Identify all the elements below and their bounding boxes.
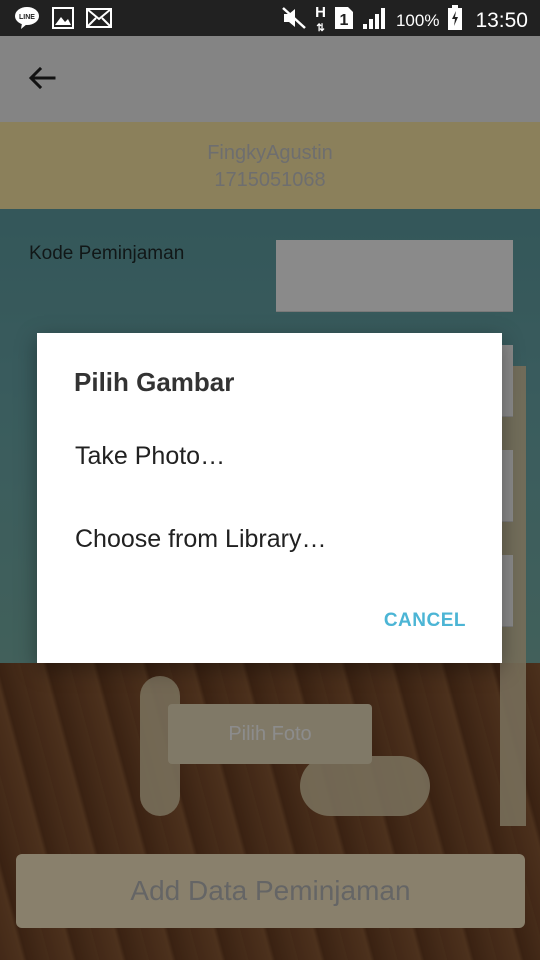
- mail-icon: [86, 8, 112, 33]
- battery-percent: 100%: [395, 10, 440, 30]
- status-bar: LINE H ⇅ 1 100% 13:50: [0, 0, 540, 36]
- cancel-button[interactable]: CANCEL: [384, 610, 466, 632]
- svg-text:1: 1: [340, 12, 349, 29]
- take-photo-option[interactable]: Take Photo…: [75, 442, 225, 471]
- battery-icon: [447, 5, 463, 36]
- pilih-gambar-dialog: Pilih Gambar Take Photo… Choose from Lib…: [37, 333, 502, 663]
- gallery-icon: [52, 7, 74, 34]
- mute-icon: [281, 6, 307, 35]
- sim-icon: 1: [334, 6, 354, 35]
- signal-icon: [362, 6, 388, 35]
- clock: 13:50: [475, 8, 528, 32]
- svg-text:LINE: LINE: [19, 14, 35, 21]
- network-type-icon: H ⇅: [315, 3, 326, 34]
- line-icon: LINE: [14, 6, 40, 35]
- choose-from-library-option[interactable]: Choose from Library…: [75, 525, 326, 554]
- dialog-title: Pilih Gambar: [74, 367, 235, 397]
